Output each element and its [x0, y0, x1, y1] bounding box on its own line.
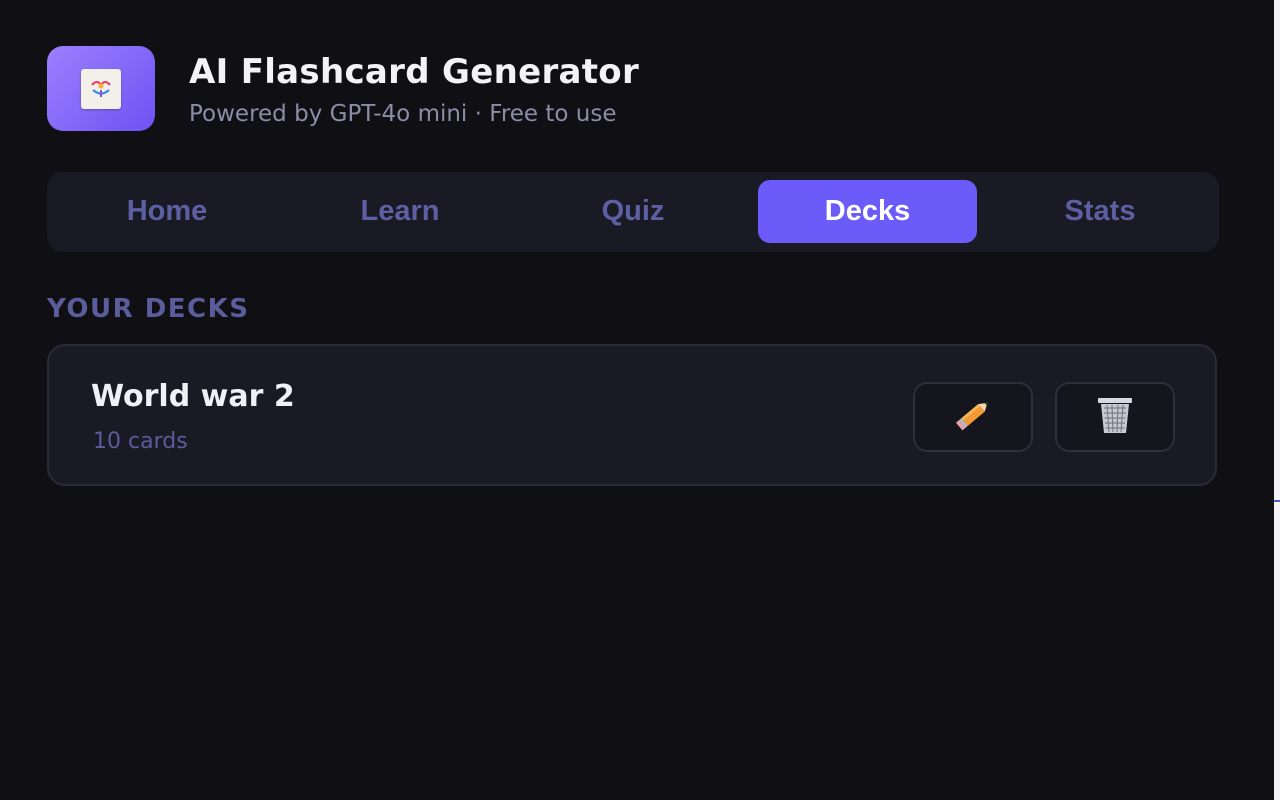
delete-deck-button[interactable]: [1055, 382, 1175, 452]
tab-stats[interactable]: Stats: [991, 180, 1209, 243]
tab-bar: Home Learn Quiz Decks Stats: [47, 172, 1219, 252]
header-text: AI Flashcard Generator Powered by GPT-4o…: [189, 50, 639, 128]
wastebasket-icon: [1092, 393, 1138, 441]
section-label-your-decks: YOUR DECKS: [47, 294, 250, 324]
window-right-edge: [1274, 0, 1280, 800]
app-title: AI Flashcard Generator: [189, 51, 640, 92]
tab-decks[interactable]: Decks: [758, 180, 977, 243]
tab-quiz[interactable]: Quiz: [524, 180, 742, 243]
deck-name: World war 2: [91, 379, 295, 414]
app-header: AI Flashcard Generator Powered by GPT-4o…: [47, 46, 639, 131]
app-window: AI Flashcard Generator Powered by GPT-4o…: [0, 0, 1280, 800]
flashcard-icon: [81, 68, 121, 109]
app-subtitle: Powered by GPT-4o mini · Free to use: [189, 100, 617, 127]
pencil-icon: [949, 391, 997, 443]
edit-deck-button[interactable]: [913, 382, 1033, 452]
tab-learn[interactable]: Learn: [291, 180, 509, 243]
edge-marker: [1274, 500, 1280, 502]
deck-card-count: 10 cards: [93, 429, 188, 454]
deck-card[interactable]: World war 2 10 cards: [47, 344, 1217, 486]
flashcard-app-icon: [47, 46, 155, 131]
tab-home[interactable]: Home: [58, 180, 276, 243]
